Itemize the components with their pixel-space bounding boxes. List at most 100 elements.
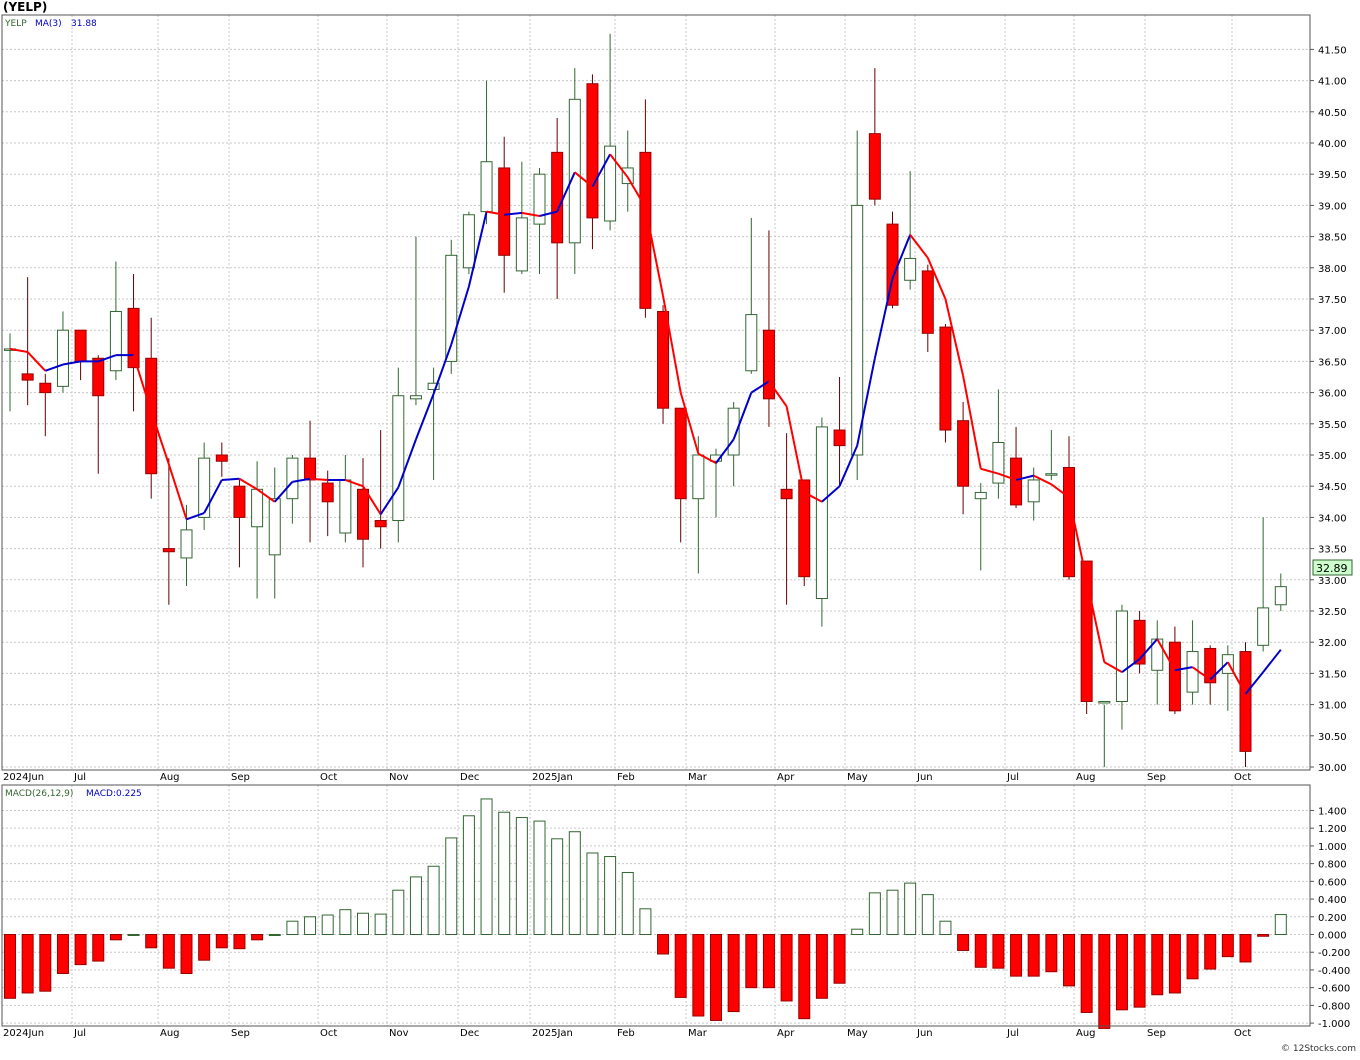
candle-body bbox=[357, 488, 369, 540]
macd-bar bbox=[1115, 934, 1128, 1011]
candle-body bbox=[127, 307, 140, 369]
macd-bar bbox=[1239, 934, 1252, 963]
symbol-title: (YELP) bbox=[3, 0, 47, 14]
x-tick-label: Apr bbox=[777, 1028, 795, 1039]
x-tick-label: Nov bbox=[389, 772, 409, 783]
candle-body bbox=[251, 488, 264, 528]
x-tick-label: 2024Jun bbox=[3, 772, 44, 783]
x-tick-label: Oct bbox=[1234, 1028, 1251, 1039]
y-tick-label: 1.000 bbox=[1318, 842, 1347, 853]
macd-bar bbox=[233, 934, 246, 950]
macd-bar bbox=[445, 837, 458, 936]
x-tick-label: Apr bbox=[777, 772, 795, 783]
candle-body bbox=[180, 529, 193, 559]
candle-body bbox=[851, 204, 864, 456]
candle-body bbox=[374, 520, 387, 528]
candle-body bbox=[515, 217, 528, 272]
macd-bar bbox=[710, 934, 722, 1021]
macd-bar bbox=[1186, 934, 1199, 980]
x-tick-label: Sep bbox=[231, 772, 250, 783]
x-tick-label: 2025Jan bbox=[532, 1028, 573, 1039]
y-tick-label: 0.000 bbox=[1318, 931, 1347, 942]
macd-bar bbox=[1010, 934, 1023, 977]
candle-body bbox=[1239, 651, 1252, 752]
macd-bar bbox=[604, 856, 617, 935]
macd-bar bbox=[1098, 934, 1111, 1029]
macd-bar bbox=[833, 934, 846, 984]
x-tick-label: Aug bbox=[1076, 1028, 1096, 1039]
macd-bar bbox=[427, 865, 440, 936]
macd-bar bbox=[1045, 934, 1058, 973]
y-tick-label: 41.00 bbox=[1318, 77, 1347, 88]
x-tick-label: Aug bbox=[160, 772, 180, 783]
macd-legend-label: MACD(26,12,9) bbox=[5, 789, 73, 799]
macd-bar bbox=[551, 838, 564, 936]
macd-bar bbox=[357, 912, 369, 936]
y-tick-label: 37.50 bbox=[1318, 295, 1347, 306]
x-tick-label: Jul bbox=[1006, 1028, 1019, 1039]
candle-body bbox=[409, 395, 422, 400]
macd-bar bbox=[974, 934, 987, 968]
y-tick-label: 38.50 bbox=[1318, 233, 1347, 244]
candle-body bbox=[921, 270, 934, 334]
candle-body bbox=[868, 133, 881, 200]
candle-body bbox=[1274, 586, 1287, 606]
candle-body bbox=[392, 395, 405, 522]
macd-bar bbox=[762, 934, 775, 989]
x-tick-label: Oct bbox=[320, 1028, 337, 1039]
y-tick-label: 0.800 bbox=[1318, 860, 1347, 871]
watermark: © 12Stocks.com bbox=[1281, 1044, 1356, 1054]
y-tick-label: 35.00 bbox=[1318, 451, 1347, 462]
y-tick-label: 37.00 bbox=[1318, 326, 1347, 337]
x-tick-label: Dec bbox=[460, 772, 479, 783]
macd-bar bbox=[251, 934, 264, 941]
y-tick-label: 30.00 bbox=[1318, 763, 1347, 774]
y-tick-label: 33.50 bbox=[1318, 545, 1347, 556]
price-legend-ma-value: 31.88 bbox=[71, 19, 97, 29]
macd-bar bbox=[1080, 934, 1093, 1013]
candle-body bbox=[339, 479, 352, 534]
y-tick-label: 34.00 bbox=[1318, 513, 1347, 524]
x-tick-label: Feb bbox=[617, 772, 635, 783]
candle-body bbox=[198, 457, 211, 518]
y-tick-label: 39.50 bbox=[1318, 170, 1347, 181]
macd-bar bbox=[921, 894, 934, 936]
candle-body bbox=[1133, 619, 1146, 665]
macd-bar bbox=[74, 934, 87, 966]
ma-segment bbox=[221, 477, 240, 481]
y-tick-label: 40.50 bbox=[1318, 108, 1347, 119]
y-tick-label: 36.50 bbox=[1318, 357, 1347, 368]
macd-bar bbox=[533, 820, 546, 935]
y-tick-label: 32.00 bbox=[1318, 638, 1347, 649]
y-tick-label: 39.00 bbox=[1318, 201, 1347, 212]
x-tick-label: Sep bbox=[231, 1028, 250, 1039]
macd-bar bbox=[692, 934, 705, 1017]
macd-bar bbox=[886, 889, 899, 936]
macd-bar bbox=[939, 920, 952, 936]
macd-bar bbox=[1168, 934, 1181, 994]
chart-svg: 2024Jun 2024Jun Jul Jul Aug Aug Sep Sep Oct Oct No… bbox=[0, 0, 1360, 1056]
macd-bar bbox=[1257, 934, 1270, 937]
macd-bar bbox=[286, 920, 299, 936]
macd-bar bbox=[304, 916, 317, 936]
y-tick-label: 34.50 bbox=[1318, 482, 1347, 493]
macd-legend-value: MACD:0.225 bbox=[86, 789, 142, 799]
candle-body bbox=[321, 482, 334, 503]
x-tick-label: Jul bbox=[73, 772, 86, 783]
x-tick-label: Mar bbox=[688, 772, 708, 783]
macd-bar bbox=[145, 934, 158, 949]
ma-segment bbox=[309, 477, 328, 481]
macd-bar bbox=[992, 934, 1005, 969]
macd-bar bbox=[1133, 934, 1146, 1008]
candle-body bbox=[480, 161, 493, 213]
macd-bar bbox=[957, 934, 970, 951]
x-tick-label: 2025Jan bbox=[532, 772, 573, 783]
y-tick-label: 0.400 bbox=[1318, 895, 1347, 906]
y-tick-label: 0.600 bbox=[1318, 877, 1347, 888]
y-tick-label: -0.600 bbox=[1318, 984, 1350, 995]
candle-body bbox=[1168, 641, 1181, 712]
macd-bar bbox=[392, 889, 405, 936]
macd-bar bbox=[657, 934, 670, 955]
macd-bar bbox=[639, 908, 652, 936]
y-tick-label: 35.50 bbox=[1318, 420, 1347, 431]
